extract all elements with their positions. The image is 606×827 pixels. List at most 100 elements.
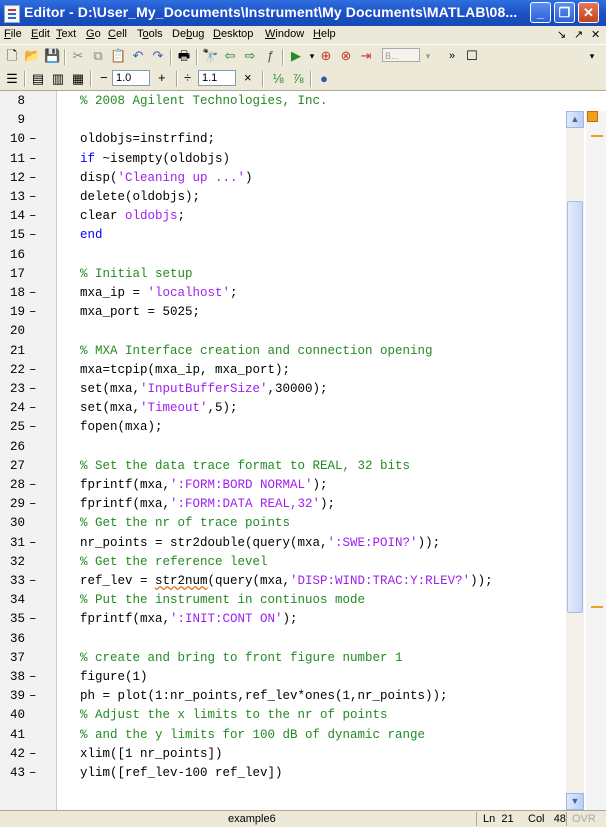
- code-line[interactable]: 20: [0, 322, 590, 340]
- divide-button[interactable]: ÷: [184, 70, 191, 85]
- breakpoint-dash[interactable]: –: [29, 764, 37, 782]
- menu-edit[interactable]: Edit: [31, 28, 50, 40]
- code-line[interactable]: 41 % and the y limits for 100 dB of dynam…: [0, 726, 590, 744]
- breakpoint-dash[interactable]: –: [29, 668, 37, 686]
- remove-cell-divider-icon[interactable]: ⅞: [290, 71, 306, 87]
- menu-window[interactable]: Window: [265, 28, 304, 40]
- cut-icon[interactable]: ✂: [70, 48, 86, 64]
- code-line[interactable]: 12– disp('Cleaning up ...'): [0, 169, 590, 187]
- code-line[interactable]: 10– oldobjs=instrfind;: [0, 130, 590, 148]
- breakpoint-dash[interactable]: –: [29, 745, 37, 763]
- code-line[interactable]: 26: [0, 438, 590, 456]
- menu-cell[interactable]: Cell: [108, 28, 127, 40]
- eval-cell-advance-icon[interactable]: ▥: [50, 71, 66, 87]
- code-line[interactable]: 35– fprintf(mxa,':INIT:CONT ON');: [0, 610, 590, 628]
- code-line[interactable]: 34 % Put the instrument in continuos mode: [0, 591, 590, 609]
- eval-file-icon[interactable]: ▦: [70, 71, 86, 87]
- breakpoint-dash[interactable]: –: [29, 476, 37, 494]
- code-line[interactable]: 42– xlim([1 nr_points]): [0, 745, 590, 763]
- copy-icon[interactable]: ⧉: [90, 48, 106, 64]
- cell-value-1-input[interactable]: 1.0: [112, 70, 150, 86]
- function-icon[interactable]: ƒ: [262, 48, 278, 64]
- undock-icon[interactable]: ↘: [557, 28, 566, 41]
- breakpoint-dash[interactable]: –: [29, 572, 37, 590]
- menu-desktop[interactable]: Desktop: [213, 28, 253, 40]
- code-line[interactable]: 29– fprintf(mxa,':FORM:DATA REAL,32');: [0, 495, 590, 513]
- code-line[interactable]: 38– figure(1): [0, 668, 590, 686]
- stack-select[interactable]: B...: [382, 48, 420, 62]
- increment-button[interactable]: +: [158, 70, 166, 85]
- open-folder-icon[interactable]: 📂: [24, 48, 40, 64]
- warning-marker[interactable]: [591, 606, 603, 608]
- breakpoint-dash[interactable]: –: [29, 169, 37, 187]
- toolbar-dropdown-icon[interactable]: ▾: [584, 48, 600, 64]
- code-line[interactable]: 21 % MXA Interface creation and connectio…: [0, 342, 590, 360]
- cell-mode-icon[interactable]: ☰: [4, 71, 20, 87]
- warning-marker[interactable]: [591, 135, 603, 137]
- code-line[interactable]: 8 % 2008 Agilent Technologies, Inc.: [0, 92, 590, 110]
- code-line[interactable]: 32 % Get the reference level: [0, 553, 590, 571]
- cell-value-2-input[interactable]: 1.1: [198, 70, 236, 86]
- code-line[interactable]: 27 % Set the data trace format to REAL, 3…: [0, 457, 590, 475]
- breakpoint-dash[interactable]: –: [29, 130, 37, 148]
- restore-icon[interactable]: ↗: [574, 28, 583, 41]
- code-editor[interactable]: 8% 2008 Agilent Technologies, Inc. 9 10– ol…: [0, 91, 590, 810]
- mlint-message-bar[interactable]: [586, 111, 606, 827]
- code-line[interactable]: 43– ylim([ref_lev-100 ref_lev]): [0, 764, 590, 782]
- stack-dropdown-icon[interactable]: ▾: [420, 48, 436, 64]
- scroll-down-icon[interactable]: ▼: [566, 793, 584, 810]
- step-icon[interactable]: ⇥: [358, 48, 374, 64]
- code-line[interactable]: 23– set(mxa,'InputBufferSize',30000);: [0, 380, 590, 398]
- code-line[interactable]: 28– fprintf(mxa,':FORM:BORD NORMAL');: [0, 476, 590, 494]
- breakpoint-dash[interactable]: –: [29, 418, 37, 436]
- paste-icon[interactable]: 📋: [110, 48, 126, 64]
- run-icon[interactable]: ▶: [288, 48, 304, 64]
- save-icon[interactable]: 💾: [44, 48, 60, 64]
- breakpoint-dash[interactable]: –: [29, 303, 37, 321]
- code-line[interactable]: 13– delete(oldobjs);: [0, 188, 590, 206]
- menu-text[interactable]: Text: [56, 28, 76, 40]
- close-button[interactable]: ✕: [578, 2, 599, 23]
- code-line[interactable]: 39– ph = plot(1:nr_points,ref_lev*ones(1,…: [0, 687, 590, 705]
- close-document-icon[interactable]: ✕: [591, 28, 600, 41]
- code-line[interactable]: 24– set(mxa,'Timeout',5);: [0, 399, 590, 417]
- decrement-button[interactable]: −: [100, 70, 108, 85]
- eval-cell-icon[interactable]: ▤: [30, 71, 46, 87]
- code-line[interactable]: 37 % create and bring to front figure num…: [0, 649, 590, 667]
- minimize-button[interactable]: _: [530, 2, 551, 23]
- scroll-up-icon[interactable]: ▲: [566, 111, 584, 128]
- breakpoint-dash[interactable]: –: [29, 207, 37, 225]
- menu-go[interactable]: Go: [86, 28, 101, 40]
- breakpoint-dash[interactable]: –: [29, 534, 37, 552]
- breakpoint-dash[interactable]: –: [29, 610, 37, 628]
- scrollbar-thumb[interactable]: [567, 201, 583, 613]
- code-line[interactable]: 31– nr_points = str2double(query(mxa,':SW…: [0, 534, 590, 552]
- code-line[interactable]: 16: [0, 246, 590, 264]
- breakpoint-dash[interactable]: –: [29, 399, 37, 417]
- breakpoint-dash[interactable]: –: [29, 226, 37, 244]
- redo-icon[interactable]: ↷: [150, 48, 166, 64]
- code-line[interactable]: 25– fopen(mxa);: [0, 418, 590, 436]
- menu-debug[interactable]: Debug: [172, 28, 204, 40]
- menu-help[interactable]: Help: [313, 28, 336, 40]
- code-line[interactable]: 9: [0, 111, 590, 129]
- code-line[interactable]: 22– mxa=tcpip(mxa_ip, mxa_port);: [0, 361, 590, 379]
- breakpoint-dash[interactable]: –: [29, 380, 37, 398]
- code-line[interactable]: 30 % Get the nr of trace points: [0, 514, 590, 532]
- help-info-icon[interactable]: ●: [316, 71, 332, 87]
- find-icon[interactable]: 🔭: [202, 48, 218, 64]
- breakpoint-dash[interactable]: –: [29, 150, 37, 168]
- menu-file[interactable]: File: [4, 28, 22, 40]
- code-line[interactable]: 19– mxa_port = 5025;: [0, 303, 590, 321]
- new-file-icon[interactable]: 🗋: [4, 48, 20, 64]
- code-line[interactable]: 14– clear oldobjs;: [0, 207, 590, 225]
- code-line[interactable]: 18– mxa_ip = 'localhost';: [0, 284, 590, 302]
- breakpoint-dash[interactable]: –: [29, 188, 37, 206]
- multiply-button[interactable]: ×: [244, 70, 252, 85]
- warning-indicator-icon[interactable]: [587, 111, 598, 122]
- breakpoint-dash[interactable]: –: [29, 495, 37, 513]
- breakpoint-dash[interactable]: –: [29, 361, 37, 379]
- code-line[interactable]: 15– end: [0, 226, 590, 244]
- set-breakpoint-icon[interactable]: ⊕: [318, 48, 334, 64]
- code-line[interactable]: 36: [0, 630, 590, 648]
